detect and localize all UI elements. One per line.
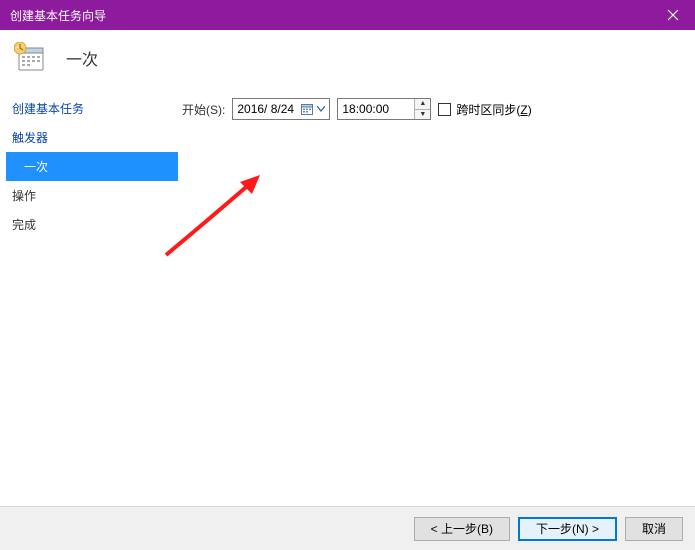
spinner-up-button[interactable]: ▲ [415,99,430,110]
cancel-button[interactable]: 取消 [625,517,683,541]
sync-tz-checkbox-wrap: 跨时区同步(Z) [438,101,531,118]
sync-tz-checkbox[interactable] [438,103,451,116]
sidebar-item-action: 操作 [6,181,178,210]
titlebar: 创建基本任务向导 [0,0,695,30]
body-section: 创建基本任务 触发器 一次 操作 完成 开始(S): 2016/ 8/24 [0,94,695,239]
main-panel: 开始(S): 2016/ 8/24 [178,94,695,239]
next-button[interactable]: 下一步(N) > [518,517,617,541]
footer: < 上一步(B) 下一步(N) > 取消 [0,506,695,550]
calendar-icon [300,102,314,116]
start-time-row: 开始(S): 2016/ 8/24 [182,98,695,120]
sidebar-item-once: 一次 [6,152,178,181]
spinner-down-button[interactable]: ▼ [415,110,430,120]
close-button[interactable] [650,0,695,30]
sync-tz-label[interactable]: 跨时区同步(Z) [456,101,531,118]
page-title: 一次 [66,46,98,70]
sidebar-item-finish: 完成 [6,210,178,239]
sidebar-item-create-task[interactable]: 创建基本任务 [6,94,178,123]
spinner-buttons: ▲ ▼ [414,99,430,119]
time-value: 18:00:00 [338,99,414,119]
close-icon [667,9,679,21]
header-section: 一次 [0,30,695,94]
wizard-icon [14,42,46,74]
window-title: 创建基本任务向导 [10,7,106,24]
sidebar: 创建基本任务 触发器 一次 操作 完成 [6,94,178,239]
content-area: 一次 创建基本任务 触发器 一次 操作 完成 开始(S): 2016/ 8/24 [0,30,695,550]
back-button[interactable]: < 上一步(B) [414,517,510,541]
time-spinner[interactable]: 18:00:00 ▲ ▼ [337,98,431,120]
date-picker[interactable]: 2016/ 8/24 [232,98,330,120]
date-value: 2016/ 8/24 [237,102,300,116]
chevron-down-icon [316,106,326,112]
sidebar-item-trigger[interactable]: 触发器 [6,123,178,152]
start-label: 开始(S): [182,101,225,118]
